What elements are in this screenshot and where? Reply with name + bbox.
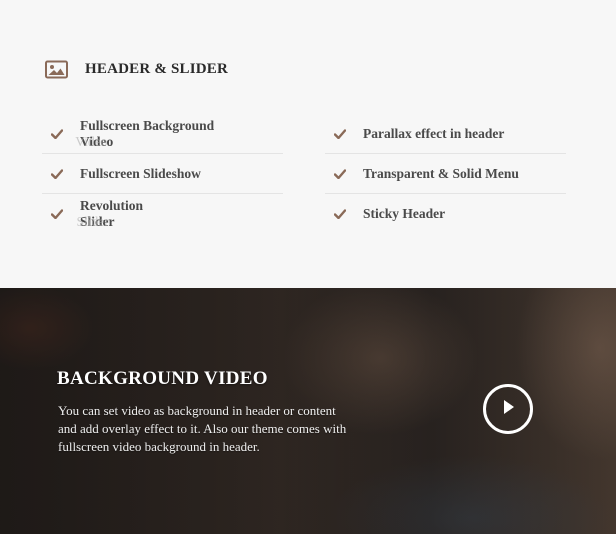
hero-description: You can set video as background in heade…	[58, 402, 408, 456]
check-icon	[333, 127, 347, 141]
image-icon	[45, 60, 68, 79]
list-item: Revolution SliderSlider	[42, 194, 283, 234]
background-video-section: BACKGROUND VIDEO You can set video as ba…	[0, 288, 616, 534]
ghost-text: Slider	[76, 214, 109, 229]
section-title: HEADER & SLIDER	[85, 61, 229, 77]
section-header: HEADER & SLIDER	[45, 60, 228, 79]
feature-list-right: Parallax effect in header Transparent & …	[325, 114, 566, 234]
check-icon	[50, 207, 64, 221]
list-item: Fullscreen Background VideoVideo	[42, 114, 283, 154]
list-item: Transparent & Solid Menu	[325, 154, 566, 194]
hero-title: BACKGROUND VIDEO	[57, 368, 268, 389]
check-icon	[333, 207, 347, 221]
hero-line: fullscreen video background in header.	[58, 439, 260, 454]
list-item: Parallax effect in header	[325, 114, 566, 154]
list-item: Sticky Header	[325, 194, 566, 234]
features-panel: HEADER & SLIDER Fullscreen Background Vi…	[0, 0, 616, 288]
feature-label: Fullscreen Background VideoVideo	[75, 117, 215, 149]
check-icon	[50, 127, 64, 141]
hero-line: You can set video as background in heade…	[58, 403, 336, 418]
feature-label: Fullscreen Slideshow	[80, 165, 201, 181]
check-icon	[333, 167, 347, 181]
feature-label: Transparent & Solid Menu	[363, 165, 519, 181]
feature-list-left: Fullscreen Background VideoVideo Fullscr…	[42, 114, 283, 234]
feature-label: Revolution SliderSlider	[76, 198, 144, 229]
feature-label: Sticky Header	[363, 206, 446, 221]
play-button[interactable]	[483, 384, 533, 434]
list-item: Fullscreen Slideshow	[42, 154, 283, 194]
ghost-text: Video	[75, 133, 108, 149]
feature-label: Parallax effect in header	[363, 125, 505, 141]
hero-line: and add overlay effect to it. Also our t…	[58, 421, 347, 436]
play-icon	[501, 398, 515, 421]
check-icon	[50, 167, 64, 181]
